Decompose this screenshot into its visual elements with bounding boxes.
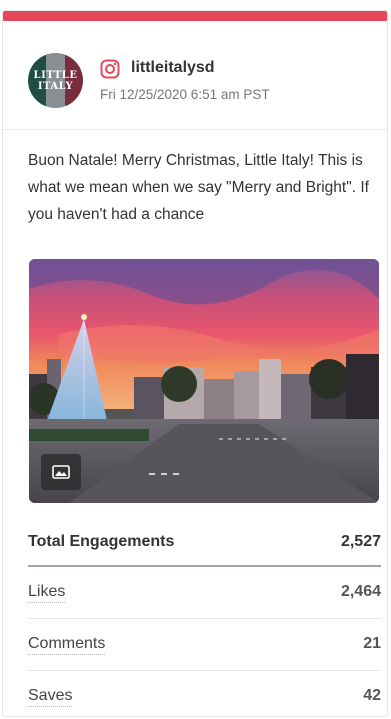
post-image[interactable] <box>29 259 379 503</box>
total-engagements-label: Total Engagements <box>28 533 175 550</box>
stat-row-saves: Saves 42 <box>28 671 381 716</box>
post-timestamp: Fri 12/25/2020 6:51 am PST <box>100 87 270 102</box>
saves-label[interactable]: Saves <box>28 687 73 707</box>
stat-row-total: Total Engagements 2,527 <box>28 521 381 567</box>
account-handle[interactable]: littleitalysd <box>131 59 215 77</box>
likes-value: 2,464 <box>340 583 381 600</box>
stat-row-likes: Likes 2,464 <box>28 567 381 619</box>
post-header: LITTLE ITALY littleitalysd Fri 12/25/202… <box>3 21 387 130</box>
caption-fade <box>272 201 382 228</box>
likes-label[interactable]: Likes <box>28 583 66 603</box>
comments-value: 21 <box>363 635 381 652</box>
total-engagements-value: 2,527 <box>340 533 381 550</box>
avatar[interactable]: LITTLE ITALY <box>28 53 83 108</box>
avatar-line-2: ITALY <box>37 80 74 92</box>
avatar-logo-text: LITTLE ITALY <box>28 53 83 108</box>
instagram-icon <box>100 59 120 79</box>
network-color-bar <box>3 11 387 21</box>
post-caption: Buon Natale! Merry Christmas, Little Ita… <box>28 147 382 239</box>
engagement-stats: Total Engagements 2,527 Likes 2,464 Comm… <box>28 521 381 716</box>
avatar-line-1: LITTLE <box>33 69 78 81</box>
stat-row-comments: Comments 21 <box>28 619 381 671</box>
media-type-badge <box>41 454 81 490</box>
image-icon <box>52 465 70 479</box>
saves-value: 42 <box>363 687 381 704</box>
comments-label[interactable]: Comments <box>28 635 106 655</box>
post-image-graphic <box>29 259 379 503</box>
post-card: LITTLE ITALY littleitalysd Fri 12/25/202… <box>2 10 388 717</box>
